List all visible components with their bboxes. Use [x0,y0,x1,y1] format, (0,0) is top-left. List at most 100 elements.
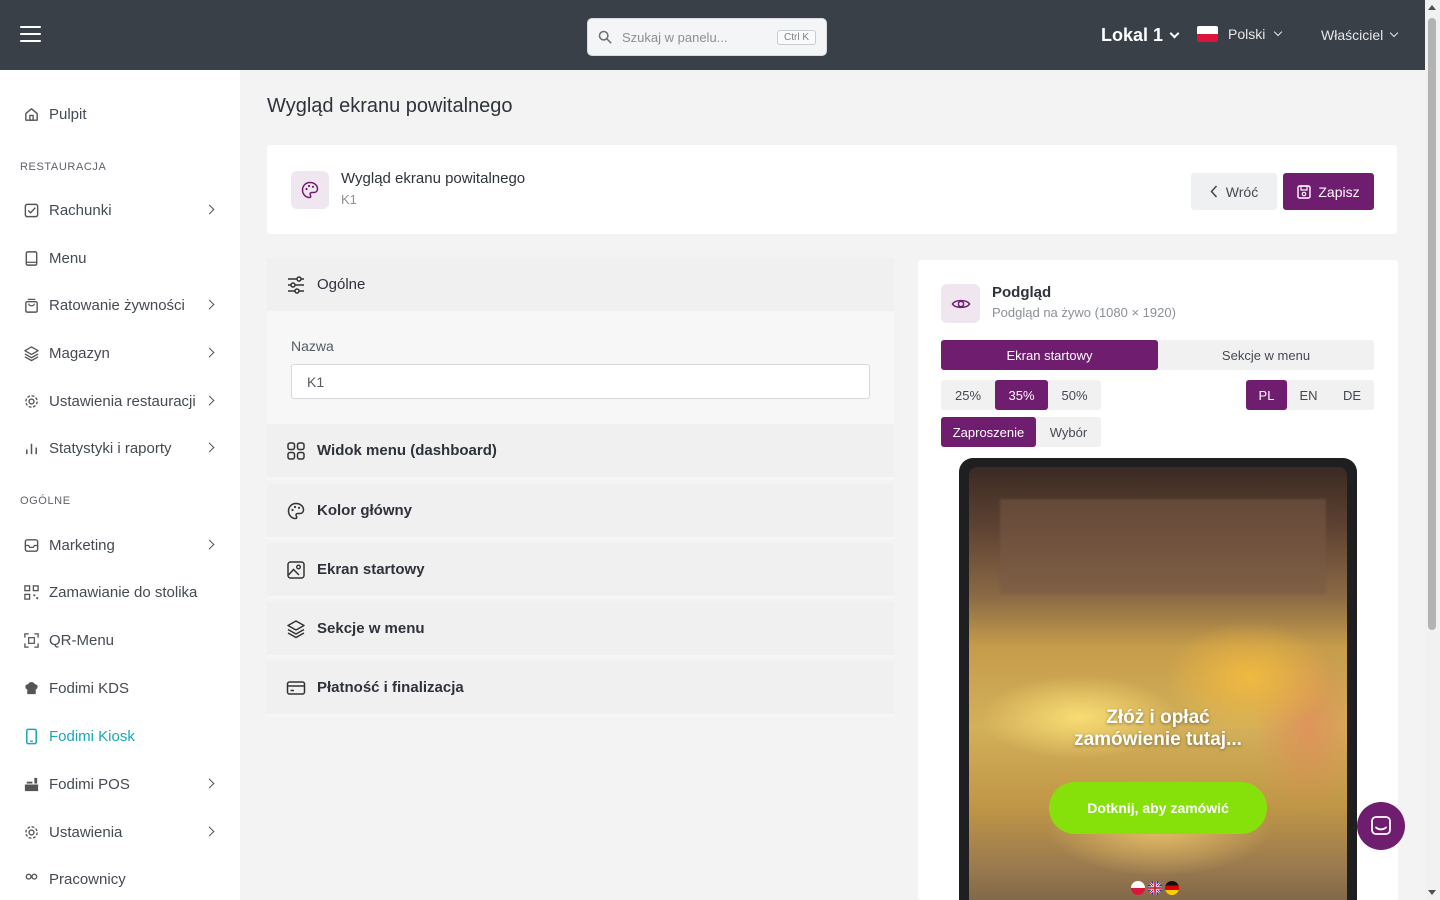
chat-support-button[interactable] [1357,802,1405,850]
top-bar: Szukaj w panelu... Ctrl K Lokal 1 Polski… [0,0,1425,70]
name-field-label: Nazwa [291,338,334,354]
tap-to-order-button[interactable]: Dotknij, aby zamówić [1049,782,1267,834]
section-start-screen-header[interactable]: Ekran startowy [267,543,894,599]
preview-panel: Podgląd Podgląd na żywo (1080 × 1920) Ek… [918,260,1398,900]
mode-wybor[interactable]: Wybór [1036,417,1101,447]
language-label: Polski [1228,26,1266,42]
zoom-50[interactable]: 50% [1048,380,1101,410]
sidebar-item-statystyki[interactable]: Statystyki i raporty [0,428,240,468]
sidebar-item-magazyn[interactable]: Magazyn [0,333,240,373]
back-button-label: Wróć [1225,183,1259,200]
inbox-icon [22,536,40,554]
section-title: Sekcje w menu [317,620,425,637]
zoom-25[interactable]: 25% [941,380,995,410]
section-title: Widok menu (dashboard) [317,442,497,459]
headline-line-2: zamówienie tutaj... [1074,729,1242,750]
sidebar-item-label: Marketing [49,536,115,554]
bar-chart-icon [22,439,40,457]
sidebar-item-zamawianie[interactable]: Zamawianie do stolika [0,572,240,612]
language-selector[interactable]: Polski [1197,26,1283,42]
zoom-selector: 25% 35% 50% [941,380,1101,410]
sidebar-item-label: Magazyn [49,344,110,362]
lang-en[interactable]: EN [1287,380,1330,410]
hamburger-menu-icon[interactable] [20,26,41,42]
chat-icon [1371,816,1391,835]
sidebar-item-ratowanie[interactable]: Ratowanie żywności [0,285,240,325]
sidebar-item-label: QR-Menu [49,631,115,649]
chef-hat-icon [22,679,40,697]
mode-zaproszenie[interactable]: Zaproszenie [941,417,1036,447]
lang-de[interactable]: DE [1330,380,1374,410]
page-title: Wygląd ekranu powitalnego [267,95,513,117]
sidebar-item-qrmenu[interactable]: QR-Menu [0,620,240,660]
lang-pl[interactable]: PL [1246,380,1287,410]
user-role-label: Właściciel [1321,27,1384,43]
image-icon [285,559,307,581]
search-input[interactable]: Szukaj w panelu... Ctrl K [587,18,827,56]
section-title: Kolor główny [317,502,412,519]
section-title: Płatność i finalizacja [317,679,464,696]
sidebar-item-ustawienia[interactable]: Ustawienia [0,812,240,852]
sidebar-item-label: Pracownicy [49,870,126,888]
germany-flag-icon[interactable] [1165,881,1179,895]
location-selector[interactable]: Lokal 1 [1101,25,1180,46]
save-button[interactable]: Zapisz [1283,173,1374,210]
section-menu-sections-header[interactable]: Sekcje w menu [267,602,894,658]
palette-icon [291,171,329,209]
section-title: Ogólne [317,276,366,293]
section-title: Ekran startowy [317,561,425,578]
search-icon [598,30,612,44]
sidebar-item-marketing[interactable]: Marketing [0,525,240,565]
scroll-down-arrow-icon[interactable] [1428,890,1436,895]
home-icon [22,105,40,123]
sidebar-item-menu[interactable]: Menu [0,238,240,278]
sidebar-item-pulpit[interactable]: Pulpit [0,94,240,134]
zoom-35[interactable]: 35% [995,380,1048,410]
qr-code-icon [22,631,40,649]
section-color-header[interactable]: Kolor główny [267,484,894,540]
chevron-right-icon [204,204,215,215]
sliders-icon [285,274,307,296]
poland-flag-icon[interactable] [1131,881,1145,895]
sidebar-item-label: Ratowanie żywności [49,296,185,314]
save-icon [1297,184,1312,199]
sidebar-item-rachunki[interactable]: Rachunki [0,190,240,230]
uk-flag-icon[interactable] [1148,881,1162,895]
sidebar-item-kds[interactable]: Fodimi KDS [0,668,240,708]
page-scrollbar[interactable] [1425,0,1440,900]
chevron-left-icon [1210,185,1217,198]
tab-sekcje-w-menu[interactable]: Sekcje w menu [1158,340,1374,370]
headline-line-1: Złóż i opłać [1106,707,1210,728]
cash-register-icon [22,775,40,793]
scroll-up-arrow-icon[interactable] [1428,5,1436,10]
location-label: Lokal 1 [1101,25,1164,45]
name-field[interactable]: K1 [291,364,870,399]
palette-icon [285,500,307,522]
credit-card-icon [285,677,307,699]
back-button[interactable]: Wróć [1191,173,1277,210]
scrollbar-thumb[interactable] [1428,18,1436,630]
sidebar-item-pracownicy[interactable]: Pracownicy [0,859,240,899]
chevron-right-icon [204,347,215,358]
card-subtitle: K1 [341,192,357,207]
sidebar-item-label: Fodimi KDS [49,679,130,697]
tablet-icon [22,727,40,745]
checkbox-icon [22,201,40,219]
tab-ekran-startowy[interactable]: Ekran startowy [941,340,1158,370]
eye-icon [941,284,980,323]
section-dashboard-header[interactable]: Widok menu (dashboard) [267,424,894,480]
kiosk-screen: Złóż i opłać zamówienie tutaj... Dotknij… [969,467,1347,900]
chevron-down-icon [1274,27,1283,37]
section-title-ogolne: OGÓLNE [20,495,71,507]
preview-title: Podgląd [992,284,1052,301]
sidebar-item-label: Ustawienia [49,823,123,841]
section-payment-header[interactable]: Płatność i finalizacja [267,661,894,717]
gear-icon [22,823,40,841]
sidebar-item-pos[interactable]: Fodimi POS [0,764,240,804]
sidebar-item-kiosk[interactable]: Fodimi Kiosk [0,716,240,756]
section-ogolne-header[interactable]: Ogólne [267,258,894,314]
sidebar-item-ustawienia-restauracji[interactable]: Ustawienia restauracji [0,381,240,421]
chevron-right-icon [204,299,215,310]
user-menu[interactable]: Właściciel [1321,27,1399,43]
poland-flag-icon [1197,26,1218,42]
